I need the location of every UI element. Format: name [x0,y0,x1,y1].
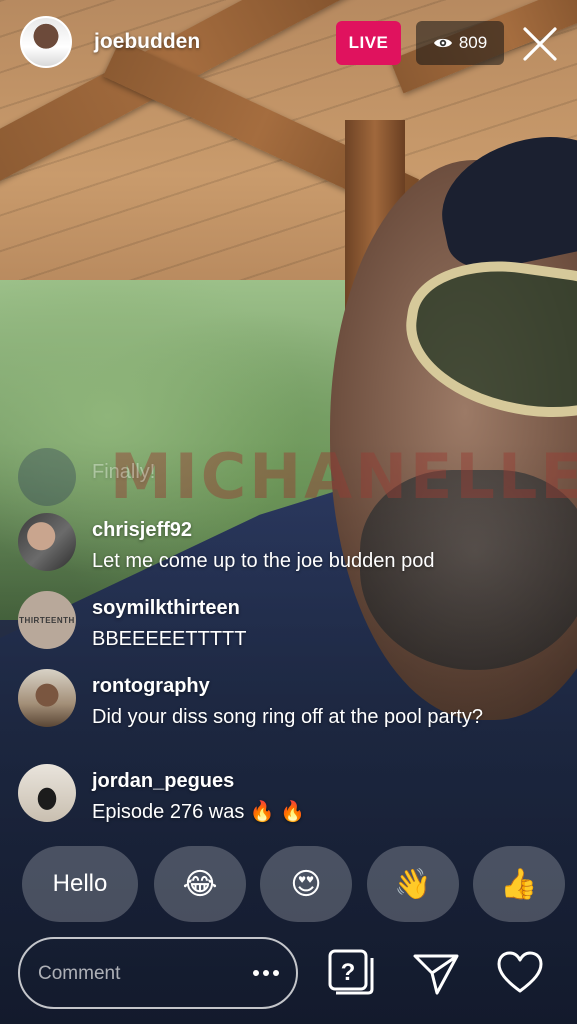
comment-text: Did your diss song ring off at the pool … [92,706,483,728]
question-box-icon[interactable]: ? [326,948,376,998]
quick-reply-wave[interactable]: 👋 [367,846,459,922]
quick-reply-label: Hello [52,870,108,897]
avatar-text: THIRTEENTH [19,615,75,625]
top-bar: joebudden LIVE 809 [0,0,577,90]
close-icon[interactable] [520,24,560,64]
commenter-avatar[interactable] [18,764,76,822]
heart-icon[interactable] [495,948,545,998]
viewer-count-badge[interactable]: 809 [416,21,504,65]
viewer-count: 809 [458,33,488,52]
quick-reply-laugh[interactable]: 😂 [154,846,246,922]
live-badge: LIVE [336,21,401,65]
comment-input[interactable] [36,939,240,1009]
quick-reply-hello[interactable]: Hello [22,846,138,922]
commenter-avatar[interactable] [18,513,76,571]
quick-reply-thumbs-up[interactable]: 👍 [473,846,565,922]
commenter-avatar[interactable] [18,669,76,727]
host-username[interactable]: joebudden [94,30,200,54]
svg-text:?: ? [341,959,356,986]
more-options-icon[interactable] [246,959,286,987]
paper-plane-icon[interactable] [411,948,461,998]
comment-text: Let me come up to the joe budden pod [92,550,435,572]
thumbs-up-icon: 👍 [500,866,538,902]
comment-username[interactable]: soymilkthirteen [92,597,240,620]
eye-icon [433,38,452,48]
commenter-avatar[interactable]: THIRTEENTH [18,591,76,649]
comment-username[interactable]: chrisjeff92 [92,519,192,542]
comment-composer [18,937,298,1009]
comment-text: BBEEEEETTTTT [92,628,247,650]
comment-text: Finally! [92,461,156,483]
waving-hand-icon: 👋 [394,866,432,902]
face-with-tears-of-joy-icon: 😂 [182,866,218,902]
commenter-avatar [18,448,76,506]
comment-text: Episode 276 was 🔥 🔥 [92,801,306,823]
heart-eyes-face-icon: 😍 [290,866,322,902]
comment-username[interactable]: jordan_pegues [92,770,234,793]
comment-username[interactable]: rontography [92,675,210,698]
host-avatar[interactable] [20,16,72,68]
quick-reply-heart-eyes[interactable]: 😍 [260,846,352,922]
